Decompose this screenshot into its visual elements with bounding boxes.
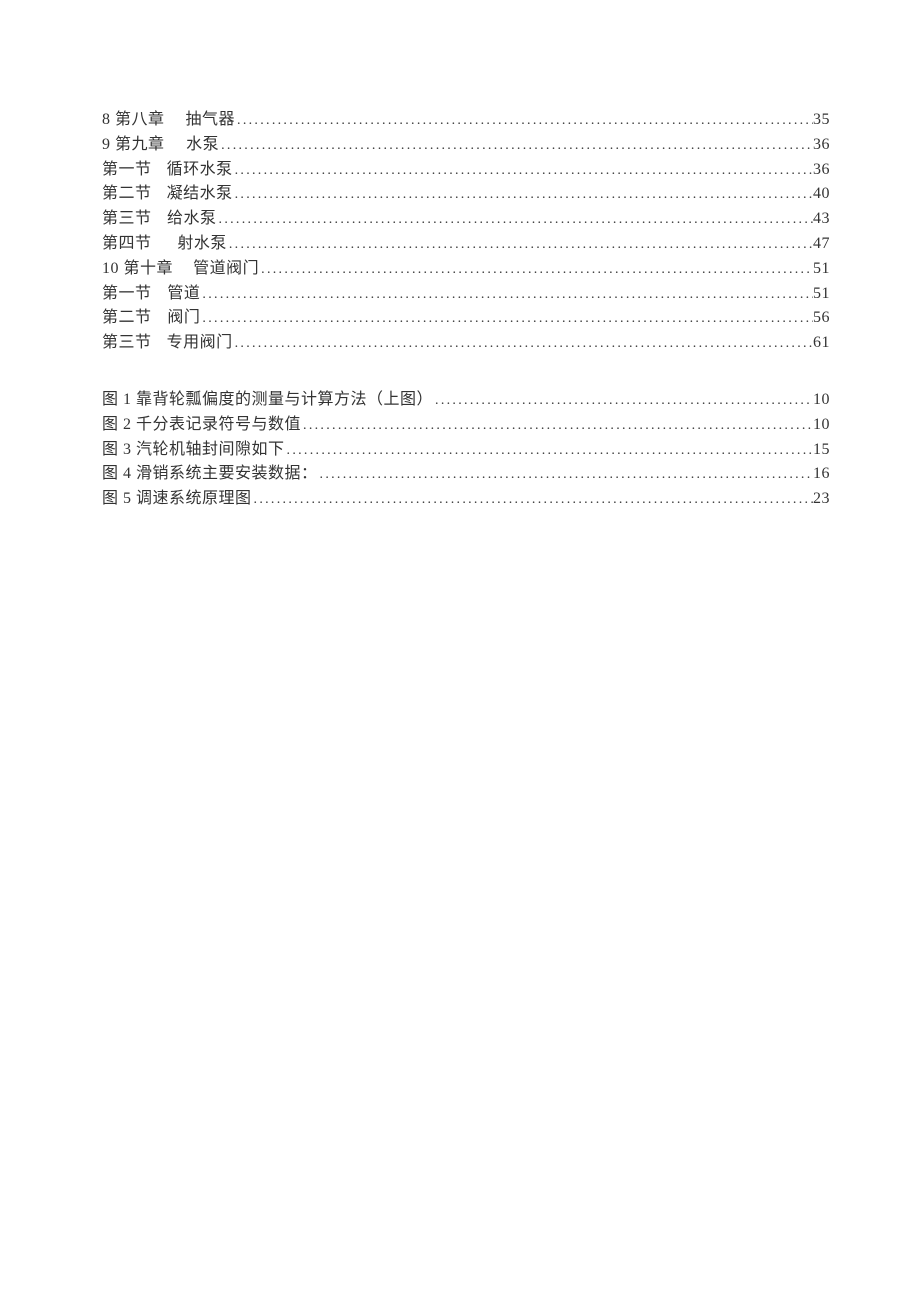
figure-label: 图 1 靠背轮瓢偏度的测量与计算方法（上图）	[102, 388, 433, 413]
figure-entry: 图 1 靠背轮瓢偏度的测量与计算方法（上图）..................…	[102, 388, 830, 413]
toc-chapter-title: 循环水泵	[167, 158, 233, 183]
toc-chapter-title: 水泵	[186, 133, 219, 158]
figure-label: 图 5 调速系统原理图	[102, 487, 252, 512]
toc-entry: 第一节管道...................................…	[102, 282, 830, 307]
figure-label: 图 3 汽轮机轴封间隙如下	[102, 438, 285, 463]
toc-chapter-title: 管道	[167, 282, 200, 307]
figure-leader-dots: ........................................…	[252, 489, 813, 511]
toc-chapter-title: 抽气器	[186, 108, 236, 133]
toc-chapter-label: 第二节	[102, 306, 152, 331]
toc-chapter-label: 8 第八章	[102, 108, 165, 133]
figure-label: 图 4 滑销系统主要安装数据：	[102, 462, 318, 487]
toc-entry: 第四节射水泵..................................…	[102, 232, 830, 257]
toc-page-number: 47	[813, 232, 830, 257]
toc-page-number: 51	[813, 257, 830, 282]
toc-section: 8 第八章抽气器................................…	[102, 108, 830, 356]
toc-chapter-title: 专用阀门	[167, 331, 233, 356]
toc-entry: 第三节专用阀门.................................…	[102, 331, 830, 356]
toc-leader-dots: ........................................…	[233, 333, 813, 355]
toc-chapter-label: 9 第九章	[102, 133, 165, 158]
figure-entry: 图 3 汽轮机轴封间隙如下...........................…	[102, 438, 830, 463]
figure-leader-dots: ........................................…	[301, 415, 813, 437]
figure-page-number: 15	[813, 438, 830, 463]
toc-chapter-title: 阀门	[167, 306, 200, 331]
toc-page-number: 35	[813, 108, 830, 133]
figure-page-number: 10	[813, 388, 830, 413]
toc-entry: 9 第九章水泵.................................…	[102, 133, 830, 158]
toc-leader-dots: ........................................…	[227, 234, 813, 256]
figure-page-number: 10	[813, 413, 830, 438]
toc-leader-dots: ........................................…	[259, 259, 813, 281]
toc-entry: 8 第八章抽气器................................…	[102, 108, 830, 133]
toc-chapter-title: 给水泵	[167, 207, 217, 232]
toc-page-number: 36	[813, 133, 830, 158]
toc-chapter-label: 10 第十章	[102, 257, 173, 282]
toc-leader-dots: ........................................…	[233, 184, 813, 206]
toc-entry: 第一节循环水泵.................................…	[102, 158, 830, 183]
figure-page-number: 23	[813, 487, 830, 512]
toc-chapter-label: 第二节	[102, 182, 152, 207]
figure-entry: 图 2 千分表记录符号与数值..........................…	[102, 413, 830, 438]
toc-page-number: 43	[813, 207, 830, 232]
toc-leader-dots: ........................................…	[200, 308, 813, 330]
toc-leader-dots: ........................................…	[200, 284, 813, 306]
toc-chapter-title: 管道阀门	[193, 257, 259, 282]
toc-entry: 10 第十章管道阀门..............................…	[102, 257, 830, 282]
toc-chapter-label: 第三节	[102, 331, 152, 356]
figure-entry: 图 4 滑销系统主要安装数据：.........................…	[102, 462, 830, 487]
toc-chapter-title: 射水泵	[177, 232, 227, 257]
toc-leader-dots: ........................................…	[217, 209, 813, 231]
toc-leader-dots: ........................................…	[233, 160, 813, 182]
figure-leader-dots: ........................................…	[318, 464, 813, 486]
figures-section: 图 1 靠背轮瓢偏度的测量与计算方法（上图）..................…	[102, 388, 830, 512]
toc-page-number: 36	[813, 158, 830, 183]
toc-entry: 第二节凝结水泵.................................…	[102, 182, 830, 207]
toc-page-number: 61	[813, 331, 830, 356]
toc-leader-dots: ........................................…	[235, 110, 813, 132]
toc-page-number: 40	[813, 182, 830, 207]
figure-page-number: 16	[813, 462, 830, 487]
figure-leader-dots: ........................................…	[433, 390, 813, 412]
toc-chapter-label: 第四节	[102, 232, 152, 257]
toc-leader-dots: ........................................…	[219, 135, 813, 157]
figure-label: 图 2 千分表记录符号与数值	[102, 413, 301, 438]
toc-entry: 第三节给水泵..................................…	[102, 207, 830, 232]
toc-page-number: 56	[813, 306, 830, 331]
toc-entry: 第二节阀门...................................…	[102, 306, 830, 331]
figure-leader-dots: ........................................…	[285, 440, 813, 462]
toc-chapter-label: 第三节	[102, 207, 152, 232]
toc-page-number: 51	[813, 282, 830, 307]
toc-chapter-label: 第一节	[102, 158, 152, 183]
toc-chapter-title: 凝结水泵	[167, 182, 233, 207]
toc-chapter-label: 第一节	[102, 282, 152, 307]
figure-entry: 图 5 调速系统原理图.............................…	[102, 487, 830, 512]
